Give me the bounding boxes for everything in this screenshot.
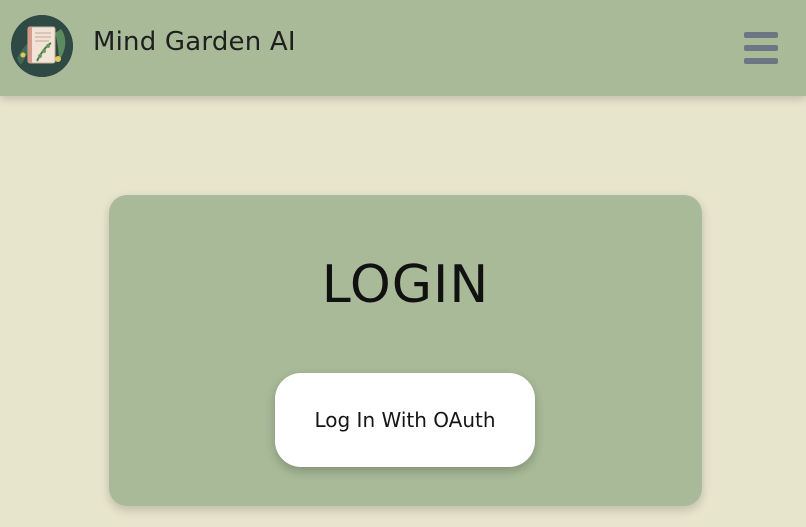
oauth-login-button[interactable]: Log In With OAuth — [275, 373, 535, 467]
hamburger-menu-icon[interactable] — [738, 28, 784, 68]
menu-bar — [744, 45, 778, 51]
top-navbar: Mind Garden AI — [0, 0, 806, 96]
app-title: Mind Garden AI — [93, 27, 296, 57]
menu-bar — [744, 58, 778, 64]
menu-bar — [744, 32, 778, 38]
login-title: LOGIN — [321, 255, 490, 315]
login-card: LOGIN Log In With OAuth — [109, 195, 702, 506]
journal-plant-logo-icon[interactable] — [11, 15, 73, 77]
